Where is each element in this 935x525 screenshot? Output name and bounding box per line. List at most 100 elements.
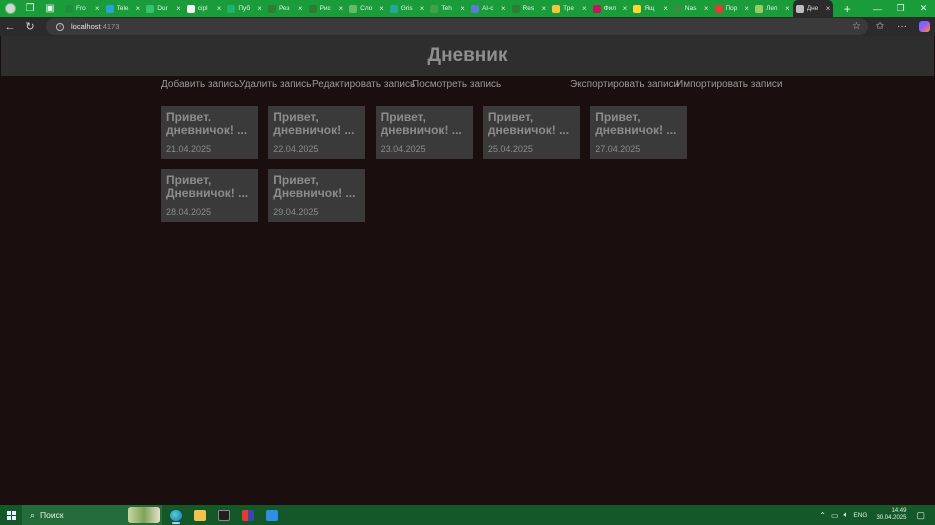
entry-date: 29.04.2025 xyxy=(273,207,319,217)
entry-date: 27.04.2025 xyxy=(595,144,641,154)
notifications-icon[interactable]: ▢ xyxy=(916,510,925,521)
browser-tab[interactable]: Сло × xyxy=(346,0,387,17)
entry-title: Привет, дневничок! ... xyxy=(380,111,462,137)
search-highlight-image xyxy=(128,507,160,523)
window-close-icon[interactable]: ✕ xyxy=(912,0,935,17)
tab-close-icon[interactable]: × xyxy=(744,4,749,13)
address-bar-row: ← ↻ i localhost:4173 ☆ ✩ ··· xyxy=(0,17,935,36)
terminal-taskbar-button[interactable] xyxy=(212,505,236,525)
language-indicator[interactable]: ENG xyxy=(853,512,867,519)
edge-taskbar-button[interactable] xyxy=(164,505,188,525)
tab-close-icon[interactable]: × xyxy=(623,4,628,13)
browser-tab[interactable]: Nas × xyxy=(671,0,712,17)
arrow-left-icon: ← xyxy=(4,20,16,33)
tab-label: Рез xyxy=(278,5,290,12)
browser-tab[interactable]: Дне × xyxy=(792,0,834,17)
volume-icon[interactable]: 🔈︎ xyxy=(844,510,849,520)
copilot-button[interactable] xyxy=(913,17,935,36)
browser-tab[interactable]: Tele × xyxy=(103,0,144,17)
network-icon[interactable]: ▭ xyxy=(831,511,839,520)
url-field[interactable]: i localhost:4173 ☆ xyxy=(46,18,868,35)
add-entry-button[interactable]: Добавить запись xyxy=(161,79,239,90)
tab-favicon-icon xyxy=(755,4,764,13)
explorer-taskbar-button[interactable] xyxy=(188,505,212,525)
entry-card[interactable]: Привет. дневничок! ... 21.04.2025 xyxy=(161,106,258,159)
tab-close-icon[interactable]: × xyxy=(136,4,141,13)
tab-close-icon[interactable]: × xyxy=(176,4,181,13)
browser-tab[interactable]: cipl × xyxy=(184,0,225,17)
browser-tab[interactable]: Fro × xyxy=(62,0,103,17)
browser-tab[interactable]: Пуб × xyxy=(224,0,265,17)
start-button[interactable] xyxy=(0,505,22,525)
tab-favicon-icon xyxy=(511,4,520,13)
edit-entry-button[interactable]: Редактировать запись xyxy=(312,79,415,90)
browser-tab[interactable]: АІ-с × xyxy=(468,0,509,17)
maximize-icon[interactable]: ❐ xyxy=(889,0,912,17)
tab-favicon-icon xyxy=(470,4,479,13)
new-tab-button[interactable]: + xyxy=(839,0,855,17)
chevron-up-icon[interactable]: ⌃ xyxy=(819,511,826,520)
tab-close-icon[interactable]: × xyxy=(95,4,100,13)
more-menu-icon[interactable]: ··· xyxy=(891,17,913,36)
tab-close-icon[interactable]: × xyxy=(217,4,222,13)
plus-icon: + xyxy=(843,1,851,16)
site-info-icon[interactable]: i xyxy=(56,22,64,31)
browser-tab[interactable]: Dur × xyxy=(143,0,184,17)
view-entry-button[interactable]: Посмотреть запись xyxy=(412,79,501,90)
browser-tab[interactable]: Фил × xyxy=(590,0,631,17)
back-button[interactable]: ← xyxy=(0,17,20,36)
tab-label: Ящ xyxy=(644,5,655,12)
reload-button[interactable]: ↻ xyxy=(20,17,40,36)
entry-title: Привет, дневничок! ... xyxy=(487,111,570,137)
browser-tab[interactable]: Рис × xyxy=(306,0,347,17)
export-entries-button[interactable]: Экспортировать записи xyxy=(570,79,679,90)
entry-card[interactable]: Привет, Дневничок! ... 28.04.2025 xyxy=(161,169,258,222)
browser-tab[interactable]: Рез × xyxy=(265,0,306,17)
windows-taskbar: ⌕ Поиск ⌃ ▭ 🔈︎ ENG 14:49 30.04.2025 ▢ xyxy=(0,505,935,525)
vscode-taskbar-button[interactable] xyxy=(260,505,284,525)
app-taskbar-button[interactable] xyxy=(236,505,260,525)
tab-close-icon[interactable]: × xyxy=(501,4,506,13)
browser-tab[interactable]: Тре × xyxy=(549,0,590,17)
tab-close-icon[interactable]: × xyxy=(298,4,303,13)
taskbar-search[interactable]: ⌕ Поиск xyxy=(22,505,162,525)
tab-close-icon[interactable]: × xyxy=(704,4,709,13)
page-viewport: Дневник Добавить запись Удалить запись Р… xyxy=(1,36,934,505)
tab-label: Nas xyxy=(684,5,697,12)
browser-tab[interactable]: Леп × xyxy=(752,0,793,17)
browser-tab[interactable]: Teh × xyxy=(427,0,468,17)
tab-actions-button[interactable]: ▣ xyxy=(40,0,60,17)
tab-close-icon[interactable]: × xyxy=(379,4,384,13)
entry-card[interactable]: Привет, дневничок! ... 23.04.2025 xyxy=(375,106,473,159)
entry-card[interactable]: Привет, дневничок! ... 25.04.2025 xyxy=(482,106,580,159)
tab-close-icon[interactable]: × xyxy=(420,4,425,13)
entry-card[interactable]: Привет, дневничок! ... 22.04.2025 xyxy=(268,106,366,159)
profile-button[interactable] xyxy=(0,0,20,17)
favorite-star-icon[interactable]: ☆ xyxy=(852,21,861,32)
import-entries-button[interactable]: Импортировать записи xyxy=(676,79,783,90)
tab-list: Fro × Tele × Dur × cipl × Пуб × Рез × Рис × Сло × Gris × T… xyxy=(62,0,834,17)
entry-card[interactable]: Привет, дневничок! ... 27.04.2025 xyxy=(590,106,688,159)
clock[interactable]: 14:49 30.04.2025 xyxy=(876,508,906,522)
tab-close-icon[interactable]: × xyxy=(582,4,587,13)
tab-close-icon[interactable]: × xyxy=(826,4,831,13)
entry-card[interactable]: Привет, Дневничок! ... 29.04.2025 xyxy=(268,169,366,222)
browser-tab[interactable]: Gris × xyxy=(387,0,428,17)
tab-close-icon[interactable]: × xyxy=(338,4,343,13)
tab-close-icon[interactable]: × xyxy=(257,4,262,13)
tab-favicon-icon xyxy=(552,4,561,13)
tab-favicon-icon xyxy=(267,4,276,13)
tab-close-icon[interactable]: × xyxy=(541,4,546,13)
tab-close-icon[interactable]: × xyxy=(460,4,465,13)
clock-time: 14:49 xyxy=(891,508,907,514)
tab-close-icon[interactable]: × xyxy=(663,4,668,13)
delete-entry-button[interactable]: Удалить запись xyxy=(239,79,311,90)
browser-tab[interactable]: Res × xyxy=(509,0,550,17)
tab-favicon-icon xyxy=(186,4,195,13)
minimize-icon[interactable]: — xyxy=(866,0,889,17)
tab-close-icon[interactable]: × xyxy=(785,4,790,13)
browser-tab[interactable]: Ящ × xyxy=(630,0,671,17)
favorites-icon[interactable]: ✩ xyxy=(869,17,891,36)
browser-tab[interactable]: Пор × xyxy=(712,0,753,17)
workspaces-button[interactable]: ❐ xyxy=(20,0,40,17)
